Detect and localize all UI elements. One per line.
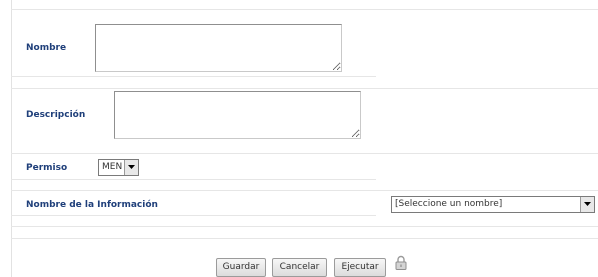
- lock-icon: [395, 255, 407, 270]
- nombre-informacion-select[interactable]: [Seleccione un nombre]: [391, 196, 595, 213]
- descripcion-label: Descripción: [26, 110, 86, 120]
- divider: [11, 179, 376, 180]
- nombre-field[interactable]: [95, 24, 342, 72]
- divider: [11, 238, 598, 239]
- descripcion-field[interactable]: [114, 91, 361, 139]
- permiso-dropdown-button[interactable]: [124, 160, 138, 175]
- permiso-select[interactable]: MEN: [98, 159, 139, 176]
- divider: [11, 88, 598, 89]
- nombre-informacion-selected-value: [Seleccione un nombre]: [395, 199, 503, 209]
- nombre-informacion-label: Nombre de la Información: [26, 200, 158, 210]
- nombre-label: Nombre: [26, 43, 67, 53]
- divider: [11, 153, 598, 154]
- ejecutar-button[interactable]: Ejecutar: [334, 258, 386, 277]
- divider: [11, 76, 376, 77]
- divider: [11, 9, 598, 10]
- permiso-selected-value: MEN: [102, 162, 123, 172]
- chevron-down-icon: [128, 165, 135, 169]
- divider: [11, 215, 376, 216]
- divider: [11, 226, 598, 227]
- chevron-down-icon: [584, 202, 591, 206]
- divider: [11, 190, 598, 191]
- cancelar-button[interactable]: Cancelar: [272, 258, 327, 277]
- nombre-informacion-dropdown-button[interactable]: [580, 197, 594, 212]
- permiso-label: Permiso: [26, 163, 68, 173]
- guardar-button[interactable]: Guardar: [216, 258, 266, 277]
